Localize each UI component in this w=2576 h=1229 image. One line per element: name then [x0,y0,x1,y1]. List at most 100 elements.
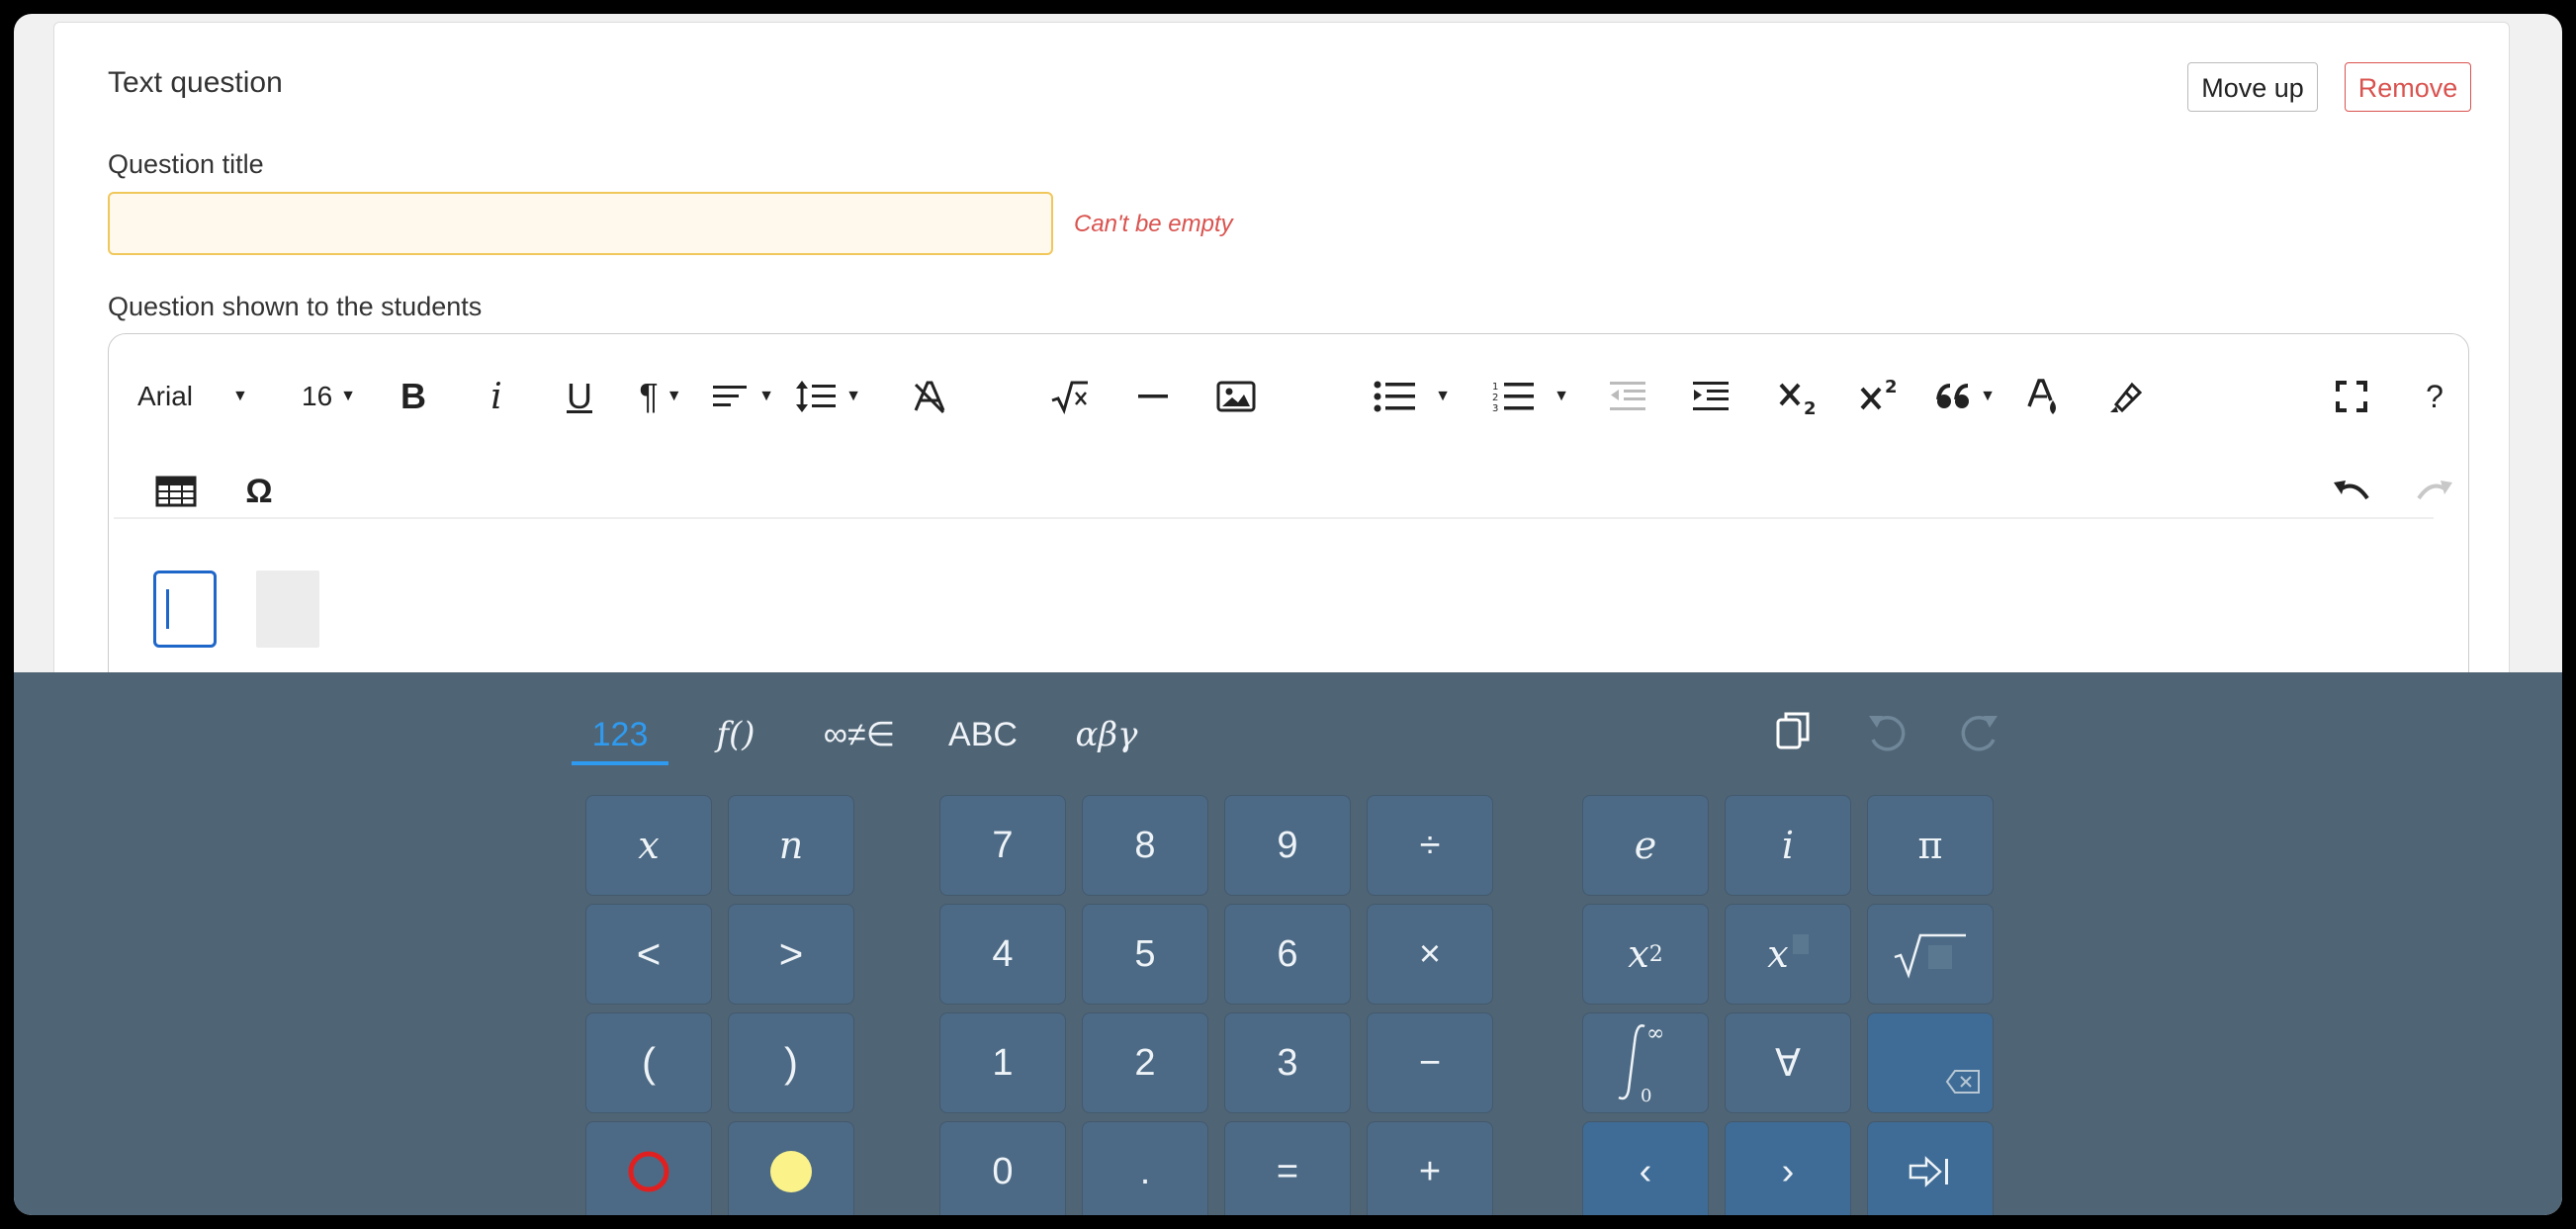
card-title: Text question [108,66,283,99]
key-i[interactable]: i [1725,795,1851,896]
align-button[interactable]: ▼ [707,369,778,424]
app-window: Text question Move up Remove Question ti… [14,14,2562,1215]
key-1[interactable]: 1 [939,1012,1066,1113]
key-9[interactable]: 9 [1224,795,1351,896]
key-integral[interactable]: ∞ 0 [1582,1012,1709,1113]
kb-tab-greek[interactable]: αβγ [1057,708,1156,761]
key-x-squared[interactable]: x2 [1582,904,1709,1005]
line-height-icon [796,381,837,412]
bold-button[interactable]: B [389,369,438,424]
kb-tab-functions[interactable]: f() [696,708,775,761]
special-characters-button[interactable]: Ω [234,464,284,519]
key-2[interactable]: 2 [1082,1012,1208,1113]
key-cursor-left[interactable]: ‹ [1582,1121,1709,1215]
quote-icon [1936,384,1970,408]
horizontal-line-button[interactable] [1128,369,1178,424]
key-red-circle[interactable] [585,1121,712,1215]
kb-tab-alphabet[interactable]: ABC [938,708,1027,761]
font-size-select[interactable]: 16 ▼ [302,369,356,424]
italic-icon: i [490,376,502,417]
fullscreen-button[interactable] [2327,369,2376,424]
highlight-button[interactable] [2101,369,2151,424]
key-less-than[interactable]: < [585,904,712,1005]
key-6[interactable]: 6 [1224,904,1351,1005]
key-for-all[interactable]: ∀ [1725,1012,1851,1113]
svg-text:∞: ∞ [1646,1021,1664,1046]
key-cursor-right[interactable]: › [1725,1121,1851,1215]
table-icon [155,476,197,507]
chevron-down-icon: ▼ [1554,388,1569,404]
math-input-placeholder[interactable] [256,571,319,648]
undo-button[interactable] [2327,464,2376,519]
bullet-list-button[interactable]: ▼ [1370,369,1455,424]
math-button[interactable] [1045,369,1095,424]
underline-button[interactable]: U [555,369,604,424]
key-equals[interactable]: = [1224,1121,1351,1215]
bullet-list-icon [1374,381,1416,412]
numbered-list-icon: 123 [1492,382,1535,413]
chevron-down-icon: ▼ [340,388,356,404]
clear-format-button[interactable] [905,369,954,424]
indent-button[interactable] [1686,369,1735,424]
redo-icon[interactable] [1950,702,2009,761]
kb-tab-symbols[interactable]: ∞≠∈ [805,708,914,761]
key-7[interactable]: 7 [939,795,1066,896]
key-8[interactable]: 8 [1082,795,1208,896]
help-button[interactable]: ? [2410,369,2459,424]
undo-icon[interactable] [1857,702,1916,761]
math-input-placeholder-active[interactable] [153,571,217,648]
key-divide[interactable]: ÷ [1367,795,1493,896]
remove-button[interactable]: Remove [2345,62,2471,112]
numbered-list-button[interactable]: 123 ▼ [1488,369,1573,424]
key-x[interactable]: x [585,795,712,896]
key-backspace[interactable] [1867,1012,1994,1113]
redo-icon [2417,481,2452,500]
svg-text:1: 1 [1492,382,1498,393]
key-decimal[interactable]: . [1082,1121,1208,1215]
key-tab-next[interactable] [1867,1121,1994,1215]
omega-icon: Ω [245,472,273,510]
key-x-subscript[interactable]: x [1725,904,1851,1005]
key-multiply[interactable]: × [1367,904,1493,1005]
question-title-label: Question title [108,149,264,179]
insert-image-button[interactable] [1211,369,1261,424]
question-title-input[interactable] [108,192,1053,255]
key-pi[interactable]: π [1867,795,1994,896]
font-family-select[interactable]: Arial ▼ [137,369,248,424]
move-up-button[interactable]: Move up [2187,62,2318,112]
key-square-root[interactable] [1867,904,1994,1005]
key-greater-than[interactable]: > [728,904,854,1005]
kb-tab-numbers[interactable]: 123 [572,708,668,765]
key-5[interactable]: 5 [1082,904,1208,1005]
outdent-button[interactable] [1603,369,1652,424]
key-3[interactable]: 3 [1224,1012,1351,1113]
key-0[interactable]: 0 [939,1121,1066,1215]
key-4[interactable]: 4 [939,904,1066,1005]
outdent-icon [1610,382,1645,410]
chevron-down-icon: ▼ [232,388,248,404]
superscript-button[interactable]: 2 [1852,369,1908,424]
key-right-paren[interactable]: ) [728,1012,854,1113]
key-yellow-circle[interactable] [728,1121,854,1215]
insert-table-button[interactable] [151,464,201,519]
font-family-value: Arial [137,381,194,411]
line-height-button[interactable]: ▼ [792,369,863,424]
copy-icon[interactable] [1764,702,1823,761]
question-card: Text question Move up Remove Question ti… [53,22,2510,748]
key-e[interactable]: e [1582,795,1709,896]
key-n[interactable]: n [728,795,854,896]
font-color-button[interactable] [2018,369,2068,424]
x-subscript-base: x [1767,932,1789,976]
key-minus[interactable]: − [1367,1012,1493,1113]
paragraph-icon: ¶ [639,376,659,416]
key-plus[interactable]: + [1367,1121,1493,1215]
paragraph-format-button[interactable]: ¶ ▼ [628,369,693,424]
italic-button[interactable]: i [472,369,521,424]
quote-button[interactable]: ▼ [1933,369,1999,424]
chevron-down-icon: ▼ [1435,388,1451,404]
subscript-button[interactable]: 2 [1771,369,1826,424]
font-size-value: 16 [302,381,333,411]
bold-icon: B [400,376,426,416]
redo-button[interactable] [2410,464,2459,519]
key-left-paren[interactable]: ( [585,1012,712,1113]
